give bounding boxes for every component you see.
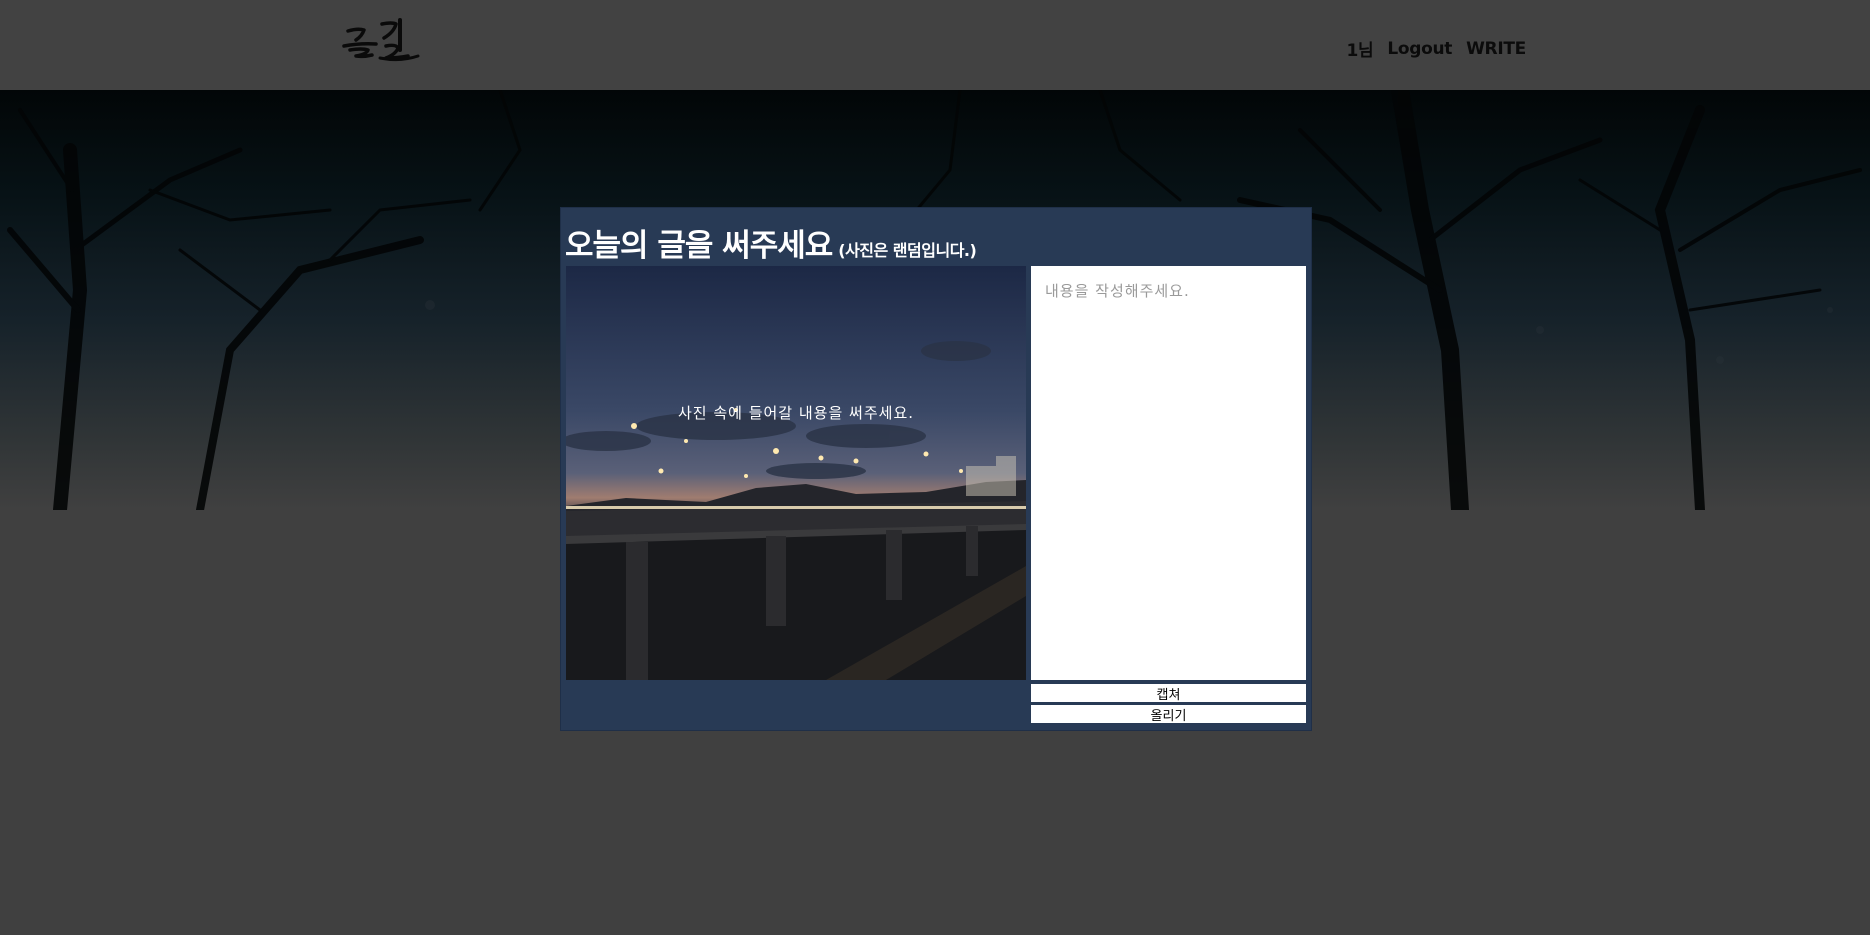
write-panel: 오늘의 글을 써주세요 (사진은 랜덤입니다.) 사진 속에 들어갈 내용을 써… xyxy=(560,207,1312,731)
site-logo[interactable] xyxy=(342,16,422,66)
random-photo[interactable]: 사진 속에 들어갈 내용을 써주세요. xyxy=(566,266,1026,680)
logout-link[interactable]: Logout xyxy=(1387,39,1452,59)
upload-button[interactable]: 올리기 xyxy=(1031,705,1306,724)
night-bridge-scene xyxy=(566,266,1026,680)
user-name-label: 1님 xyxy=(1346,41,1374,61)
panel-title: 오늘의 글을 써주세요 (사진은 랜덤입니다.) xyxy=(565,220,977,265)
top-navigation-bar: 1님 Logout WRITE xyxy=(0,0,1870,91)
capture-button[interactable]: 캡쳐 xyxy=(1031,684,1306,703)
user-nav: 1님 Logout WRITE xyxy=(1346,36,1526,62)
editor-title: 오늘의 글을 써주세요 xyxy=(565,228,833,264)
content-input[interactable] xyxy=(1031,266,1306,680)
editor-subtitle: (사진은 랜덤입니다.) xyxy=(838,241,977,260)
photo-caption: 사진 속에 들어갈 내용을 써주세요. xyxy=(677,404,915,422)
write-link[interactable]: WRITE xyxy=(1466,39,1526,59)
